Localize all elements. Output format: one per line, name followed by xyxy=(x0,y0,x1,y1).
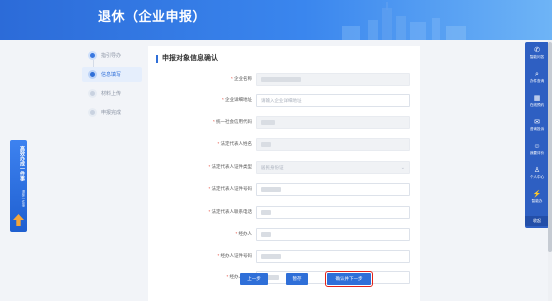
search-icon: ⌕ xyxy=(535,71,539,78)
form-row-credit-code: * 统一社会信用代码 xyxy=(148,116,420,130)
form-row-legal-rep-name: * 法定代表人姓名 xyxy=(148,138,420,152)
step-label: 申报完成 xyxy=(101,110,122,116)
calendar-icon: ▦ xyxy=(533,95,541,102)
step-guide: 指引导办 xyxy=(88,48,142,67)
field-label: * 法定代表人证件号码 xyxy=(208,186,252,191)
redacted-value xyxy=(261,254,281,260)
city-skyline-illustration xyxy=(342,2,466,40)
step-dot-icon xyxy=(88,70,97,79)
arrow-up-icon xyxy=(13,214,24,226)
redacted-value xyxy=(261,232,271,238)
step-connector xyxy=(93,60,94,67)
step-label: 材料上传 xyxy=(101,91,122,97)
page-title: 退休（企业申报） xyxy=(98,9,207,24)
confirm-next-button[interactable]: 确认并下一步 xyxy=(325,271,373,287)
agent-id-input[interactable] xyxy=(256,250,410,263)
company-name-field xyxy=(256,73,410,86)
form-row-agent: * 经办人 xyxy=(148,228,420,242)
user-icon: ♙ xyxy=(533,167,541,174)
save-draft-button[interactable]: 暂存 xyxy=(286,273,308,285)
toolbar-item-query[interactable]: ⌕ 办件查询 xyxy=(525,68,549,90)
field-label: * 法定代表人联系电话 xyxy=(208,209,252,214)
field-label: * 法定代表人姓名 xyxy=(217,141,252,146)
redacted-value xyxy=(261,77,301,83)
form-row-agent-id: * 经办人证件号码 xyxy=(148,250,420,264)
step-label: 信息填写 xyxy=(101,72,122,78)
step-dot-icon xyxy=(88,51,97,60)
thumbs-up-icon: ☺ xyxy=(533,143,541,150)
ad-subtitle: 退休一件事 xyxy=(21,190,25,207)
form-row-legal-rep-id: * 法定代表人证件号码 xyxy=(148,183,420,197)
toolbar-item-personal[interactable]: ♙ 个人中心 xyxy=(525,164,549,186)
toolbar-item-appointment[interactable]: ▦ 在线预约 xyxy=(525,92,549,114)
step-upload: 材料上传 xyxy=(88,86,142,101)
chevron-down-icon: ⌄ xyxy=(400,165,405,171)
bolt-icon: ⚡ xyxy=(532,191,542,198)
form-panel: 申报对象信息确认 * 企业名称 * 企业详细地址 请输入企业详细地址 * 统一社… xyxy=(148,46,420,301)
legal-rep-name-field xyxy=(256,138,410,151)
redacted-value xyxy=(261,120,275,126)
form-row-agent-phone: * 经办人电话 xyxy=(148,271,420,285)
id-type-select[interactable]: 居民身份证 ⌄ xyxy=(256,161,410,174)
field-label: * 经办人证件号码 xyxy=(217,253,252,258)
scrollbar-thumb[interactable] xyxy=(548,42,552,252)
form-title: 申报对象信息确认 xyxy=(156,55,218,63)
toolbar-item-smart-qa[interactable]: ✆ 智能问答 xyxy=(525,44,549,66)
credit-code-field xyxy=(256,116,410,129)
redacted-value xyxy=(261,187,281,193)
toolbar-item-evaluate[interactable]: ☺ 我要评价 xyxy=(525,140,549,162)
progress-steps: 指引导办 信息填写 材料上传 申报完成 xyxy=(82,48,142,124)
toolbar-item-complaint[interactable]: ✉ 咨询投诉 xyxy=(525,116,549,138)
step-dot-icon xyxy=(88,89,97,98)
agent-name-input[interactable] xyxy=(256,228,410,241)
toolbar-item-smart-handle[interactable]: ⚡ 智能办 xyxy=(525,188,549,210)
toolbar-collapse-button[interactable]: 收起 xyxy=(525,216,549,226)
redacted-value xyxy=(261,210,271,216)
step-label: 指引导办 xyxy=(101,53,122,59)
field-label: * 企业详细地址 xyxy=(221,97,252,102)
step-complete: 申报完成 xyxy=(88,105,142,120)
field-label: * 统一社会信用代码 xyxy=(212,119,252,124)
header-banner: 退休（企业申报） xyxy=(0,0,552,40)
form-row-id-type: * 法定代表人证件类型 居民身份证 ⌄ xyxy=(148,161,420,175)
field-label: * 企业名称 xyxy=(230,76,252,81)
step-dot-icon xyxy=(88,108,97,117)
redacted-value xyxy=(261,142,271,148)
form-row-company-address: * 企业详细地址 请输入企业详细地址 xyxy=(148,94,420,108)
legal-rep-phone-input[interactable] xyxy=(256,206,410,219)
company-address-input[interactable]: 请输入企业详细地址 xyxy=(256,94,410,107)
prev-step-button[interactable]: 上一步 xyxy=(240,273,268,285)
right-toolbar: ✆ 智能问答 ⌕ 办件查询 ▦ 在线预约 ✉ 咨询投诉 ☺ 我要评价 ♙ 个人中… xyxy=(525,42,549,228)
step-fill-info: 信息填写 xyxy=(82,67,142,82)
form-row-company-name: * 企业名称 xyxy=(148,73,420,87)
field-label: * 经办人 xyxy=(235,231,252,236)
chat-icon: ✆ xyxy=(534,47,540,54)
side-ad-banner[interactable]: 高效办成一件事 退休一件事 xyxy=(10,140,27,232)
scrollbar[interactable] xyxy=(548,40,552,301)
form-row-legal-rep-phone: * 法定代表人联系电话 xyxy=(148,206,420,220)
ad-title: 高效办成一件事 xyxy=(19,146,25,181)
mail-icon: ✉ xyxy=(534,119,540,126)
field-label: * 法定代表人证件类型 xyxy=(208,164,252,169)
legal-rep-id-input[interactable] xyxy=(256,183,410,196)
